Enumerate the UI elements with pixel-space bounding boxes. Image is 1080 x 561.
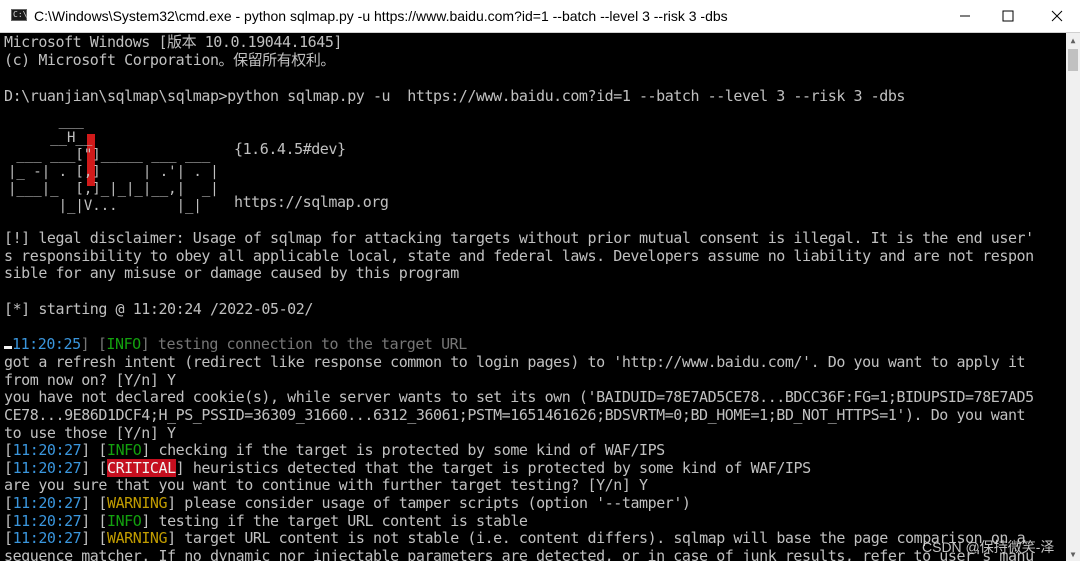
log-level-info: INFO — [106, 335, 141, 353]
log-level-warning: WARNING — [107, 529, 168, 547]
disclaimer-line-3: sible for any misuse or damage caused by… — [4, 264, 459, 282]
log-message: checking if the target is protected by s… — [149, 441, 666, 459]
log-line: from now on? [Y/n] Y — [4, 371, 176, 389]
logo-row-5: |___|_ [,]_|_|_|__,| _| — [8, 181, 219, 197]
log-line: sequence matcher. If no dynamic nor inje… — [4, 547, 1034, 561]
logo-row-6: |_|V... |_| — [8, 198, 202, 214]
copyright-line: (c) Microsoft Corporation。保留所有权利。 — [4, 51, 335, 69]
minimize-button[interactable] — [942, 0, 988, 32]
logo-row-2: __H__ — [8, 130, 93, 146]
disclaimer-line-1: [!] legal disclaimer: Usage of sqlmap fo… — [4, 229, 1034, 247]
timestamp: 11:20:27 — [12, 494, 82, 512]
scroll-thumb[interactable] — [1068, 49, 1078, 71]
logo-row-1: ___ — [8, 113, 84, 129]
disclaimer-line-2: s responsibility to obey all applicable … — [4, 247, 1034, 265]
logo-row-3: ___ ___["]_____ ___ ___ — [8, 147, 211, 163]
timestamp: 11:20:27 — [12, 512, 82, 530]
log-line: [11:20:27] [CRITICAL] heuristics detecte… — [4, 459, 811, 477]
cmd-icon-label: C:\ — [13, 10, 28, 19]
log-level-info: INFO — [107, 512, 142, 530]
window-title: C:\Windows\System32\cmd.exe - python sql… — [34, 8, 728, 24]
command-prompt-line: D:\ruanjian\sqlmap\sqlmap>python sqlmap.… — [4, 87, 905, 105]
timestamp: 11:20:27 — [12, 459, 82, 477]
log-level-warning: WARNING — [107, 494, 168, 512]
cmd-app-icon[interactable]: C:\ — [11, 9, 27, 21]
sqlmap-version: {1.6.4.5#dev} — [234, 140, 346, 158]
log-line: [11:20:27] [WARNING] target URL content … — [4, 529, 1026, 547]
window-titlebar: C:\ C:\Windows\System32\cmd.exe - python… — [0, 0, 1080, 33]
timestamp: 11:20:25 — [12, 335, 81, 353]
log-line: CE78...9E86D1DCF4;H_PS_PSSID=36309_31660… — [4, 406, 1026, 424]
log-line: [11:20:27] [INFO] testing if the target … — [4, 512, 528, 530]
log-message: target URL content is not stable (i.e. c… — [175, 529, 1026, 547]
timestamp: 11:20:27 — [12, 441, 82, 459]
log-message: heuristics detected that the target is p… — [184, 459, 811, 477]
starting-line: [*] starting @ 11:20:24 /2022-05-02/ — [4, 300, 313, 318]
log-message: testing if the target URL content is sta… — [149, 512, 528, 530]
log-message: testing connection to the target URL — [149, 335, 467, 353]
terminal-output[interactable]: Microsoft Windows [版本 10.0.19044.1645] (… — [0, 33, 1066, 561]
log-line: to use those [Y/n] Y — [4, 424, 176, 442]
minimize-icon — [960, 15, 970, 17]
vertical-scrollbar[interactable]: ▲ ▼ — [1066, 33, 1080, 561]
sqlmap-logo: ___ __H__ ___ ___["]_____ ___ ___ |_ -| … — [8, 113, 228, 214]
close-button[interactable] — [1034, 0, 1080, 32]
log-message: please consider usage of tamper scripts … — [175, 494, 691, 512]
close-icon — [1051, 10, 1063, 22]
scroll-down-icon[interactable]: ▼ — [1066, 547, 1080, 561]
maximize-button[interactable] — [985, 0, 1031, 32]
os-version-line: Microsoft Windows [版本 10.0.19044.1645] — [4, 33, 343, 51]
log-level-critical: CRITICAL — [107, 459, 176, 477]
log-line: [11:20:27] [INFO] checking if the target… — [4, 441, 665, 459]
sqlmap-url: https://sqlmap.org — [234, 193, 389, 211]
csdn-watermark: CSDN @保持微笑-泽 — [922, 539, 1055, 555]
maximize-icon — [1002, 10, 1014, 22]
log-level-info: INFO — [107, 441, 142, 459]
log-line: got a refresh intent (redirect like resp… — [4, 353, 1026, 371]
timestamp: 11:20:27 — [12, 529, 82, 547]
logo-row-4: |_ -| . [,] | .'| . | — [8, 164, 219, 180]
scroll-up-icon[interactable]: ▲ — [1066, 33, 1080, 47]
log-line: 11:20:25] [INFO] testing connection to t… — [4, 335, 467, 353]
log-line: [11:20:27] [WARNING] please consider usa… — [4, 494, 691, 512]
log-line: are you sure that you want to continue w… — [4, 476, 648, 494]
text-cursor — [4, 344, 12, 349]
log-line: you have not declared cookie(s), while s… — [4, 388, 1034, 406]
log-ts: 11:20:25] [INFO] testing connection to t… — [12, 335, 467, 353]
